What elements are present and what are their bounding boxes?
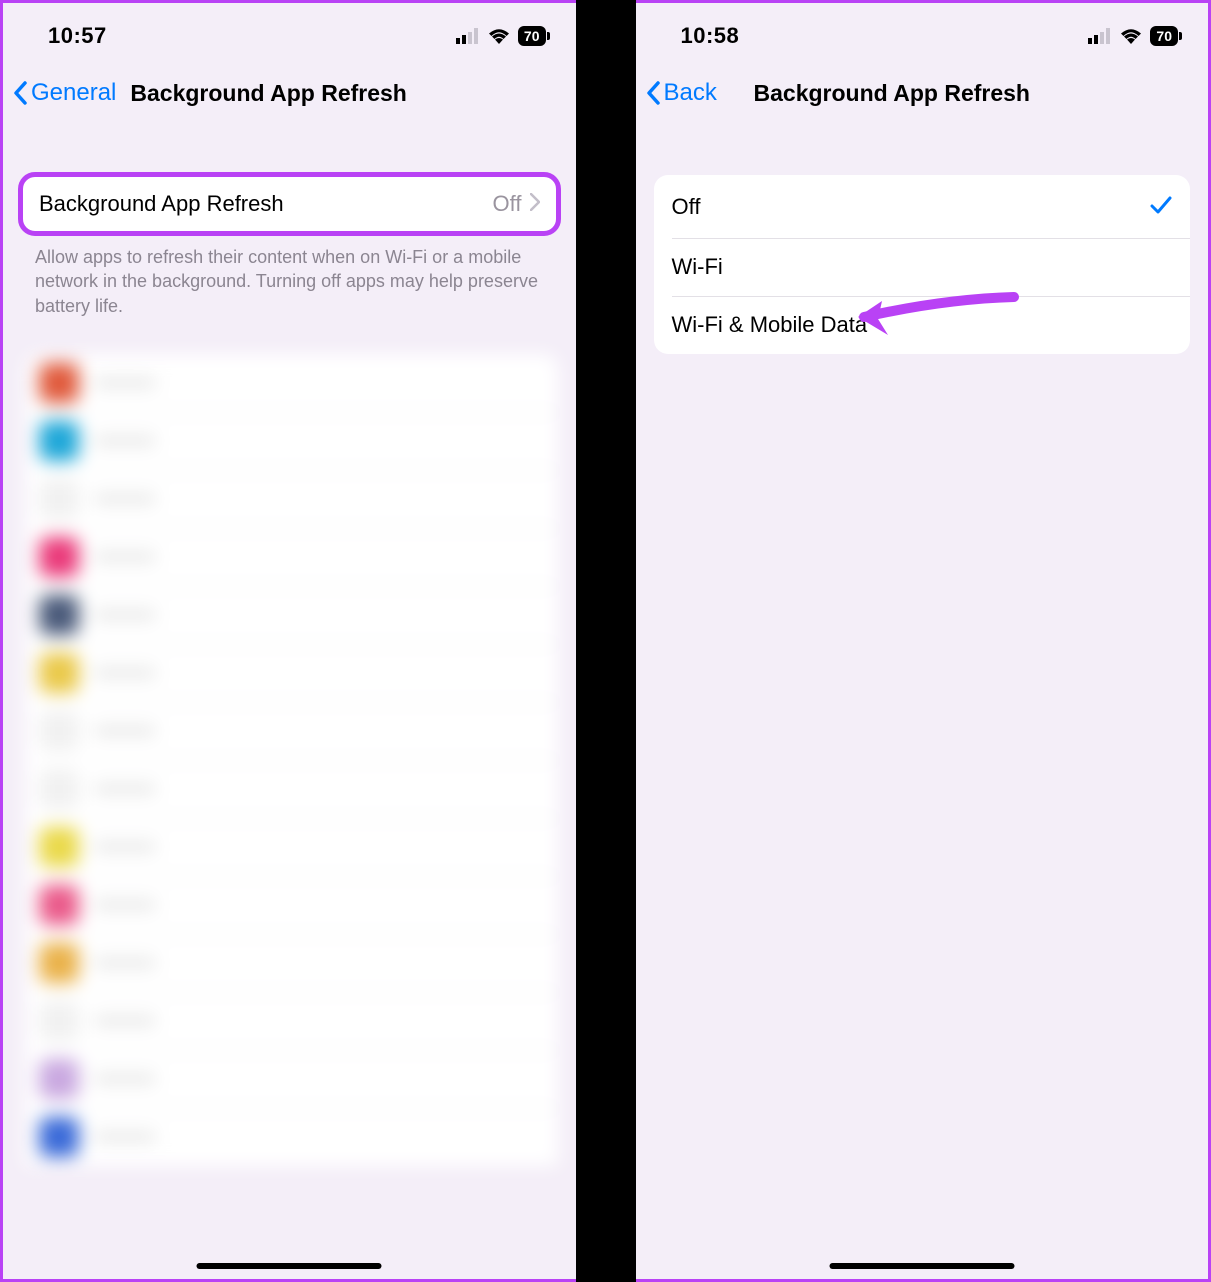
- option-wifi[interactable]: Wi-Fi: [654, 238, 1191, 296]
- app-name: ———: [95, 951, 544, 974]
- app-icon: [39, 1001, 79, 1041]
- app-icon: [39, 943, 79, 983]
- app-row[interactable]: ———: [25, 586, 558, 644]
- app-row[interactable]: ———: [25, 528, 558, 586]
- nav-bar: Back Background App Refresh: [636, 61, 1209, 125]
- status-time: 10:58: [681, 23, 740, 49]
- app-name: ———: [95, 545, 544, 568]
- status-bar: 10:58 70: [636, 3, 1209, 61]
- checkmark-icon: [1150, 191, 1172, 222]
- app-row[interactable]: ———: [25, 992, 558, 1050]
- app-icon: [39, 827, 79, 867]
- app-row[interactable]: ———: [25, 644, 558, 702]
- app-row[interactable]: ———: [25, 818, 558, 876]
- app-icon: [39, 479, 79, 519]
- chevron-left-icon: [13, 81, 29, 105]
- back-button[interactable]: General: [13, 79, 116, 107]
- app-icon: [39, 769, 79, 809]
- cellular-signal-icon: [1088, 28, 1112, 44]
- app-name: ———: [95, 1125, 544, 1148]
- row-label: Background App Refresh: [39, 191, 493, 217]
- screenshot-divider: [596, 0, 616, 1282]
- app-name: ———: [95, 603, 544, 626]
- app-row[interactable]: ———: [25, 760, 558, 818]
- home-indicator[interactable]: [829, 1263, 1014, 1269]
- app-row[interactable]: ———: [25, 934, 558, 992]
- app-icon: [39, 1059, 79, 1099]
- app-icon: [39, 885, 79, 925]
- app-row[interactable]: ———: [25, 412, 558, 470]
- home-indicator[interactable]: [197, 1263, 382, 1269]
- app-row[interactable]: ———: [25, 702, 558, 760]
- row-value: Off: [493, 191, 522, 217]
- left-screenshot: 10:57 70 General Background App Refresh …: [0, 0, 576, 1282]
- app-name: ———: [95, 1009, 544, 1032]
- app-icon: [39, 653, 79, 693]
- option-label: Wi-Fi & Mobile Data: [672, 312, 1173, 338]
- app-row[interactable]: ———: [25, 470, 558, 528]
- wifi-icon: [1120, 28, 1142, 44]
- footer-description: Allow apps to refresh their content when…: [3, 233, 576, 330]
- page-title: Background App Refresh: [130, 80, 406, 107]
- app-row[interactable]: ———: [25, 1108, 558, 1166]
- battery-icon: 70: [1150, 26, 1178, 46]
- background-app-refresh-row[interactable]: Background App Refresh Off: [21, 175, 558, 233]
- master-switch-row-highlight: Background App Refresh Off: [21, 175, 558, 233]
- chevron-right-icon: [530, 191, 540, 217]
- nav-bar: General Background App Refresh: [3, 61, 576, 125]
- app-row[interactable]: ———: [25, 354, 558, 412]
- battery-icon: 70: [518, 26, 546, 46]
- option-label: Off: [672, 194, 1151, 220]
- app-list-blurred: ——— ——— ——— ——— ——— ——— ——— ——— ——— ——— ——— ——— ——— —…: [25, 354, 558, 1166]
- app-name: ———: [95, 429, 544, 452]
- status-icons: 70: [456, 26, 546, 46]
- app-icon: [39, 363, 79, 403]
- status-time: 10:57: [48, 23, 107, 49]
- app-icon: [39, 421, 79, 461]
- back-label: General: [31, 79, 116, 107]
- status-bar: 10:57 70: [3, 3, 576, 61]
- right-screenshot: 10:58 70 Back Background App Refresh Off…: [636, 0, 1211, 1282]
- cellular-signal-icon: [456, 28, 480, 44]
- app-name: ———: [95, 777, 544, 800]
- status-icons: 70: [1088, 26, 1178, 46]
- app-row[interactable]: ———: [25, 876, 558, 934]
- app-name: ———: [95, 1067, 544, 1090]
- app-icon: [39, 1117, 79, 1157]
- app-name: ———: [95, 371, 544, 394]
- option-off[interactable]: Off: [654, 175, 1191, 238]
- app-name: ———: [95, 835, 544, 858]
- option-wifi-mobile-data[interactable]: Wi-Fi & Mobile Data: [654, 296, 1191, 354]
- options-group: Off Wi-Fi Wi-Fi & Mobile Data: [654, 175, 1191, 354]
- page-title: Background App Refresh: [636, 80, 1209, 107]
- app-name: ———: [95, 893, 544, 916]
- app-name: ———: [95, 661, 544, 684]
- app-icon: [39, 711, 79, 751]
- wifi-icon: [488, 28, 510, 44]
- app-icon: [39, 595, 79, 635]
- app-row[interactable]: ———: [25, 1050, 558, 1108]
- option-label: Wi-Fi: [672, 254, 1173, 280]
- app-icon: [39, 537, 79, 577]
- app-name: ———: [95, 719, 544, 742]
- app-name: ———: [95, 487, 544, 510]
